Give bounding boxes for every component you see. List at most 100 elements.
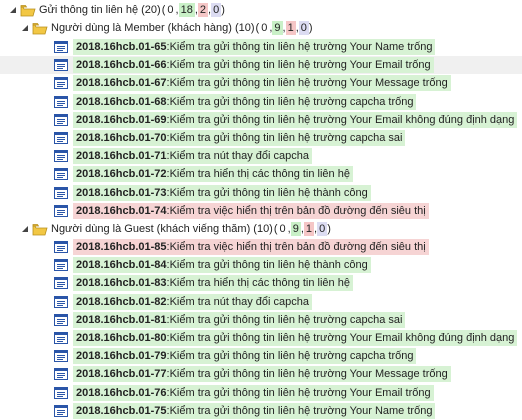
test-case-row[interactable]: 2018.16hcb.01-83:Kiểm tra hiển thị các t… <box>0 274 522 292</box>
test-case-title: :Kiểm tra gửi thông tin liên hệ trường c… <box>166 313 403 326</box>
test-case-label[interactable]: 2018.16hcb.01-65:Kiểm tra gửi thông tin … <box>73 39 436 55</box>
testcase-icon <box>54 150 68 163</box>
test-case-row[interactable]: 2018.16hcb.01-85:Kiểm tra việc hiển thị … <box>0 238 522 256</box>
testcase-icon <box>54 368 68 381</box>
test-case-title: :Kiểm tra gửi thông tin liên hệ thành cô… <box>166 186 368 199</box>
test-case-row[interactable]: 2018.16hcb.01-77:Kiểm tra gửi thông tin … <box>0 365 522 383</box>
test-case-row[interactable]: 2018.16hcb.01-71:Kiểm tra nút thay đổi c… <box>0 147 522 165</box>
expanded-triangle-icon[interactable] <box>8 6 17 15</box>
test-case-id: 2018.16hcb.01-73 <box>76 186 167 199</box>
root-label: Gửi thông tin liên hệ (20) <box>39 4 161 16</box>
test-case-title: :Kiểm tra gửi thông tin liên hệ trường Y… <box>166 77 448 90</box>
test-case-label[interactable]: 2018.16hcb.01-67:Kiểm tra gửi thông tin … <box>73 75 451 92</box>
test-case-title: :Kiểm tra nút thay đổi capcha <box>166 150 309 163</box>
test-case-row[interactable]: 2018.16hcb.01-72:Kiểm tra hiển thị các t… <box>0 165 522 183</box>
test-case-label[interactable]: 2018.16hcb.01-69:Kiểm tra gửi thông tin … <box>73 111 518 128</box>
test-case-title: :Kiểm tra gửi thông tin liên hệ trường Y… <box>166 368 448 381</box>
test-case-row[interactable]: 2018.16hcb.01-79:Kiểm tra gửi thông tin … <box>0 347 522 365</box>
expanded-triangle-icon[interactable] <box>20 225 29 234</box>
folder-icon <box>32 223 48 235</box>
testcase-icon <box>54 59 68 72</box>
tree-root-node[interactable]: Gửi thông tin liên hệ (20) ( 0, 18, 2, 0… <box>0 1 522 19</box>
test-case-label[interactable]: 2018.16hcb.01-82:Kiểm tra nút thay đổi c… <box>73 293 312 310</box>
testcase-icon <box>54 241 68 253</box>
group-count-blocked: 0 <box>317 222 328 236</box>
group-count-blocked: 0 <box>298 21 309 35</box>
test-case-id: 2018.16hcb.01-76 <box>76 386 167 399</box>
test-case-row[interactable]: 2018.16hcb.01-80:Kiểm tra gửi thông tin … <box>0 329 522 347</box>
testcase-icon <box>54 41 68 53</box>
test-case-row[interactable]: 2018.16hcb.01-75:Kiểm tra gửi thông tin … <box>0 402 522 420</box>
test-case-label[interactable]: 2018.16hcb.01-77:Kiểm tra gửi thông tin … <box>73 366 451 383</box>
test-case-label[interactable]: 2018.16hcb.01-70:Kiểm tra gửi thông tin … <box>73 130 406 146</box>
test-case-row[interactable]: 2018.16hcb.01-82:Kiểm tra nút thay đổi c… <box>0 293 522 311</box>
test-case-row[interactable]: 2018.16hcb.01-74:Kiểm tra việc hiển thị … <box>0 202 522 220</box>
test-case-id: 2018.16hcb.01-70 <box>76 132 167 144</box>
test-tree: Gửi thông tin liên hệ (20) ( 0, 18, 2, 0… <box>0 0 522 420</box>
folder-icon <box>20 4 36 16</box>
test-case-row[interactable]: 2018.16hcb.01-76:Kiểm tra gửi thông tin … <box>0 384 522 402</box>
test-case-title: :Kiểm tra hiển thị các thông tin liên hệ <box>166 168 350 181</box>
test-case-label[interactable]: 2018.16hcb.01-81:Kiểm tra gửi thông tin … <box>73 311 406 328</box>
test-case-row[interactable]: 2018.16hcb.01-84:Kiểm tra gửi thông tin … <box>0 256 522 274</box>
root-count-notrun: 0 <box>165 3 176 17</box>
test-case-label[interactable]: 2018.16hcb.01-75:Kiểm tra gửi thông tin … <box>73 402 436 419</box>
group-count-passed: 9 <box>272 21 283 35</box>
test-case-row[interactable]: 2018.16hcb.01-67:Kiểm tra gửi thông tin … <box>0 74 522 92</box>
test-case-title: :Kiểm tra nút thay đổi capcha <box>166 295 309 308</box>
group-count-passed: 9 <box>290 222 301 236</box>
test-case-label[interactable]: 2018.16hcb.01-79:Kiểm tra gửi thông tin … <box>73 348 417 365</box>
test-case-id: 2018.16hcb.01-68 <box>76 95 167 108</box>
test-case-label[interactable]: 2018.16hcb.01-72:Kiểm tra hiển thị các t… <box>73 166 353 183</box>
test-case-row[interactable]: 2018.16hcb.01-66:Kiểm tra gửi thông tin … <box>0 56 522 75</box>
test-case-row[interactable]: 2018.16hcb.01-70:Kiểm tra gửi thông tin … <box>0 129 522 147</box>
testcase-icon <box>54 277 68 290</box>
test-case-id: 2018.16hcb.01-77 <box>76 368 167 381</box>
tree-group-member[interactable]: Người dùng là Member (khách hàng) (10) (… <box>0 19 522 37</box>
test-case-id: 2018.16hcb.01-85 <box>76 241 167 253</box>
test-case-id: 2018.16hcb.01-65 <box>76 41 167 53</box>
tree-group-guest[interactable]: Người dùng là Guest (khách viếng thăm) (… <box>0 220 522 238</box>
test-case-title: :Kiểm tra việc hiển thị trên bản đồ đườn… <box>166 241 426 253</box>
test-case-title: :Kiểm tra gửi thông tin liên hệ trường Y… <box>166 332 515 344</box>
test-case-label[interactable]: 2018.16hcb.01-85:Kiểm tra việc hiển thị … <box>73 239 429 255</box>
test-case-id: 2018.16hcb.01-83 <box>76 277 167 290</box>
testcase-icon <box>54 313 68 326</box>
test-case-label[interactable]: 2018.16hcb.01-74:Kiểm tra việc hiển thị … <box>73 202 429 219</box>
test-case-row[interactable]: 2018.16hcb.01-65:Kiểm tra gửi thông tin … <box>0 38 522 56</box>
group-status-counts: ( 0, 9, 1, 0 ) <box>255 21 313 35</box>
test-case-row[interactable]: 2018.16hcb.01-68:Kiểm tra gửi thông tin … <box>0 93 522 111</box>
root-count-passed: 18 <box>178 3 195 17</box>
test-case-id: 2018.16hcb.01-79 <box>76 350 167 363</box>
test-case-label[interactable]: 2018.16hcb.01-80:Kiểm tra gửi thông tin … <box>73 330 518 346</box>
group-label: Người dùng là Member (khách hàng) (10) <box>51 22 255 34</box>
test-case-label[interactable]: 2018.16hcb.01-83:Kiểm tra hiển thị các t… <box>73 275 353 292</box>
testcase-icon <box>54 113 68 126</box>
test-case-row[interactable]: 2018.16hcb.01-73:Kiểm tra gửi thông tin … <box>0 184 522 202</box>
expanded-triangle-icon[interactable] <box>20 24 29 33</box>
test-case-row[interactable]: 2018.16hcb.01-81:Kiểm tra gửi thông tin … <box>0 311 522 329</box>
group-count-failed: 1 <box>303 222 315 236</box>
test-case-title: :Kiểm tra gửi thông tin liên hệ trường c… <box>166 132 403 144</box>
test-case-title: :Kiểm tra gửi thông tin liên hệ trường Y… <box>166 59 431 72</box>
test-case-title: :Kiểm tra gửi thông tin liên hệ trường c… <box>166 95 414 108</box>
folder-icon <box>32 22 48 34</box>
group-label: Người dùng là Guest (khách viếng thăm) (… <box>51 223 273 235</box>
testcase-icon <box>54 350 68 363</box>
testcase-icon <box>54 186 68 199</box>
testcase-icon <box>54 332 68 344</box>
test-case-label[interactable]: 2018.16hcb.01-76:Kiểm tra gửi thông tin … <box>73 384 434 401</box>
test-case-label[interactable]: 2018.16hcb.01-71:Kiểm tra nút thay đổi c… <box>73 148 312 165</box>
root-count-blocked: 0 <box>211 3 222 17</box>
test-case-row[interactable]: 2018.16hcb.01-69:Kiểm tra gửi thông tin … <box>0 111 522 129</box>
test-case-id: 2018.16hcb.01-67 <box>76 77 167 90</box>
test-case-label[interactable]: 2018.16hcb.01-68:Kiểm tra gửi thông tin … <box>73 93 417 110</box>
test-case-label[interactable]: 2018.16hcb.01-73:Kiểm tra gửi thông tin … <box>73 184 371 201</box>
testcase-icon <box>54 386 68 399</box>
test-case-title: :Kiểm tra gửi thông tin liên hệ trường Y… <box>166 41 433 53</box>
test-case-id: 2018.16hcb.01-71 <box>76 150 167 163</box>
test-case-label[interactable]: 2018.16hcb.01-66:Kiểm tra gửi thông tin … <box>73 57 434 74</box>
test-case-id: 2018.16hcb.01-69 <box>76 113 167 126</box>
test-case-label[interactable]: 2018.16hcb.01-84:Kiểm tra gửi thông tin … <box>73 257 371 274</box>
test-case-title: :Kiểm tra hiển thị các thông tin liên hệ <box>166 277 350 290</box>
